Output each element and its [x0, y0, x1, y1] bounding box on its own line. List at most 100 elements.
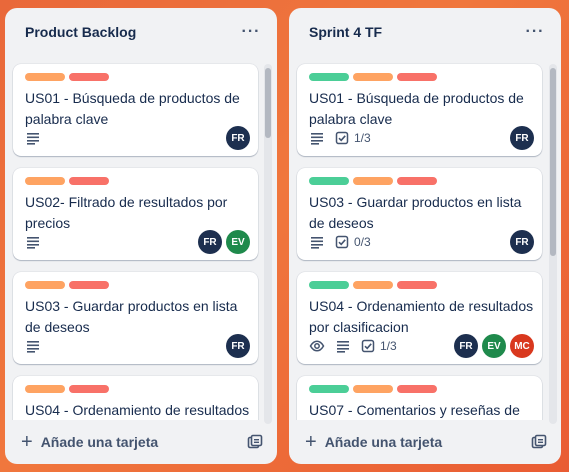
avatar[interactable]: EV — [226, 230, 250, 254]
label-red[interactable] — [69, 73, 109, 81]
label-red[interactable] — [69, 177, 109, 185]
card-labels — [25, 73, 246, 81]
checklist-icon — [335, 131, 349, 145]
label-green[interactable] — [309, 73, 349, 81]
avatar[interactable]: FR — [226, 334, 250, 358]
checklist-count: 1/3 — [380, 339, 397, 353]
avatar[interactable]: FR — [226, 126, 250, 150]
label-orange[interactable] — [353, 385, 393, 393]
card-title: US02- Filtrado de resultados por precios — [25, 194, 228, 231]
card-badges: FR EV — [25, 230, 250, 254]
card-labels — [25, 385, 246, 393]
card-us01[interactable]: US01 - Búsqueda de productos de palabra … — [297, 64, 542, 156]
label-red[interactable] — [69, 385, 109, 393]
watch-icon — [309, 338, 325, 354]
card-badges: FR — [25, 334, 250, 358]
label-orange[interactable] — [353, 73, 393, 81]
label-red[interactable] — [69, 281, 109, 289]
description-icon — [25, 338, 41, 354]
checklist-badge: 1/3 — [361, 339, 397, 353]
avatar[interactable]: MC — [510, 334, 534, 358]
more-horizontal-icon[interactable]: ··· — [237, 18, 265, 46]
card-us03[interactable]: US03 - Guardar productos en lista de des… — [297, 168, 542, 260]
add-card-button[interactable]: + Añade una tarjeta — [21, 432, 158, 452]
card-members: FR — [510, 230, 534, 254]
card-title: US01 - Búsqueda de productos de palabra … — [309, 90, 524, 127]
label-red[interactable] — [397, 73, 437, 81]
avatar[interactable]: FR — [510, 126, 534, 150]
card-labels — [25, 177, 246, 185]
avatar[interactable]: FR — [454, 334, 478, 358]
label-green[interactable] — [309, 177, 349, 185]
card-labels — [309, 385, 530, 393]
label-orange[interactable] — [353, 177, 393, 185]
checklist-badge: 1/3 — [335, 131, 371, 145]
checklist-count: 0/3 — [354, 235, 371, 249]
description-icon — [335, 338, 351, 354]
board: Product Backlog ··· US01 - Búsqueda de p… — [0, 0, 569, 472]
description-icon — [309, 234, 325, 250]
card-labels — [309, 281, 530, 289]
card-title: US07 - Comentarios y reseñas de producto… — [309, 402, 520, 418]
card-title: US03 - Guardar productos en lista de des… — [25, 298, 238, 335]
card-members: FR EV — [198, 230, 250, 254]
card-badges: 0/3 FR — [309, 230, 534, 254]
avatar[interactable]: FR — [198, 230, 222, 254]
card-badges: 1/3 FR — [309, 126, 534, 150]
label-green[interactable] — [309, 385, 349, 393]
list-sprint-4-tf: Sprint 4 TF ··· US01 - Búsqueda de produ… — [289, 8, 561, 464]
scrollbar-thumb[interactable] — [265, 68, 271, 138]
description-icon — [25, 234, 41, 250]
scrollbar-thumb[interactable] — [550, 68, 556, 256]
scrollbar[interactable] — [264, 64, 272, 424]
card-us04[interactable]: US04 - Ordenamiento de resultados por cl… — [13, 376, 258, 420]
list-product-backlog: Product Backlog ··· US01 - Búsqueda de p… — [5, 8, 277, 464]
label-red[interactable] — [397, 177, 437, 185]
card-labels — [25, 281, 246, 289]
list-header: Sprint 4 TF ··· — [289, 8, 561, 56]
card-list: US01 - Búsqueda de productos de palabra … — [5, 56, 277, 420]
card-badges: 1/3 FR EV MC — [309, 334, 534, 358]
list-title[interactable]: Sprint 4 TF — [309, 24, 382, 40]
card-template-icon[interactable] — [531, 434, 547, 450]
card-us03[interactable]: US03 - Guardar productos en lista de des… — [13, 272, 258, 364]
description-icon — [25, 130, 41, 146]
label-orange[interactable] — [25, 281, 65, 289]
avatar[interactable]: FR — [510, 230, 534, 254]
card-badges: FR — [25, 126, 250, 150]
card-labels — [309, 177, 530, 185]
plus-icon: + — [305, 431, 317, 453]
card-us01[interactable]: US01 - Búsqueda de productos de palabra … — [13, 64, 258, 156]
checklist-count: 1/3 — [354, 131, 371, 145]
label-orange[interactable] — [25, 177, 65, 185]
label-green[interactable] — [309, 281, 349, 289]
card-title: US01 - Búsqueda de productos de palabra … — [25, 90, 240, 127]
description-icon — [309, 130, 325, 146]
card-members: FR — [510, 126, 534, 150]
list-title[interactable]: Product Backlog — [25, 24, 136, 40]
label-red[interactable] — [397, 385, 437, 393]
label-orange[interactable] — [25, 385, 65, 393]
add-card-button[interactable]: + Añade una tarjeta — [305, 432, 442, 452]
card-members: FR — [226, 126, 250, 150]
scrollbar[interactable] — [549, 64, 557, 424]
card-us04[interactable]: US04 - Ordenamiento de resultados por cl… — [297, 272, 542, 364]
card-title: US03 - Guardar productos en lista de des… — [309, 194, 522, 231]
checklist-badge: 0/3 — [335, 235, 371, 249]
card-us02[interactable]: US02- Filtrado de resultados por precios… — [13, 168, 258, 260]
more-horizontal-icon[interactable]: ··· — [521, 18, 549, 46]
avatar[interactable]: EV — [482, 334, 506, 358]
list-footer: + Añade una tarjeta — [5, 420, 277, 464]
card-template-icon[interactable] — [247, 434, 263, 450]
card-title: US04 - Ordenamiento de resultados por cl… — [309, 298, 534, 335]
label-orange[interactable] — [25, 73, 65, 81]
list-footer: + Añade una tarjeta — [289, 420, 561, 464]
label-red[interactable] — [397, 281, 437, 289]
card-us07[interactable]: US07 - Comentarios y reseñas de producto… — [297, 376, 542, 420]
card-members: FR EV MC — [454, 334, 534, 358]
card-labels — [309, 73, 530, 81]
card-members: FR — [226, 334, 250, 358]
card-title: US04 - Ordenamiento de resultados por cl… — [25, 402, 250, 418]
add-card-label: Añade una tarjeta — [40, 434, 159, 450]
label-orange[interactable] — [353, 281, 393, 289]
